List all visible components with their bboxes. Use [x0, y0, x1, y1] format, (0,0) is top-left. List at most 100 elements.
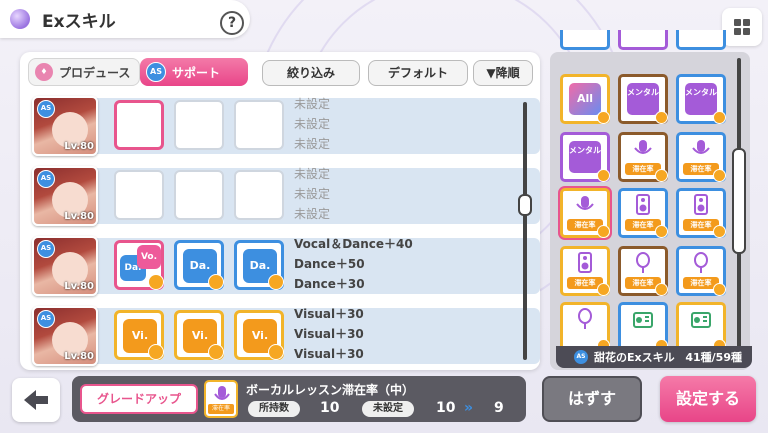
empty-skill-slot[interactable] [114, 100, 164, 150]
change-arrow-icon: » [464, 400, 474, 416]
inventory-skill-cell[interactable]: 滞在率 [676, 246, 726, 296]
skill-effect-text: 未設定 [294, 207, 331, 221]
grid-icon [743, 19, 750, 26]
vocal-skill-icon: Vo. [137, 245, 161, 269]
empty-skill-slot[interactable] [174, 170, 224, 220]
radio-icon [627, 308, 659, 334]
mic-icon [569, 194, 601, 220]
speaker-icon [627, 194, 659, 220]
as-badge-icon: AS [574, 350, 588, 364]
skill-effect-text: 未設定 [294, 137, 331, 151]
star-icon [597, 225, 610, 238]
all-skill-icon: All [569, 83, 601, 115]
owned-count-value: 10 [320, 400, 340, 416]
inventory-skill-cell[interactable] [560, 30, 610, 50]
star-icon [597, 283, 610, 296]
inventory-skill-cell[interactable]: 滞在率 [560, 246, 610, 296]
grid-icon [734, 19, 741, 26]
empty-skill-slot[interactable] [234, 170, 284, 220]
grid-menu-button[interactable] [722, 8, 762, 46]
inventory-skill-cell[interactable]: 滞在率 [676, 132, 726, 182]
list-scrollbar[interactable] [523, 102, 527, 360]
support-idol-avatar[interactable]: AS Lv.80 [32, 166, 98, 226]
level-label: Lv.80 [64, 141, 94, 152]
as-badge-icon: AS [37, 100, 55, 118]
mental-skill-icon: メンタル [569, 141, 601, 173]
support-idol-avatar[interactable]: AS Lv.80 [32, 96, 98, 156]
equipped-skill-slot[interactable]: Da. [174, 240, 224, 290]
skill-effect-text: 未設定 [294, 117, 331, 131]
tab-support[interactable]: AS サポート [140, 58, 248, 86]
grade-up-button[interactable]: グレードアップ [80, 384, 198, 414]
skill-effect-text: Dance＋30 [294, 277, 365, 291]
star-icon [208, 274, 224, 290]
star-icon [208, 344, 224, 360]
remove-button[interactable]: はずす [542, 376, 642, 422]
skill-effect-text: Visual＋30 [294, 347, 364, 361]
equipped-skill-slot[interactable]: Da. [234, 240, 284, 290]
inventory-skill-cell[interactable]: メンタル [676, 74, 726, 124]
empty-skill-slot[interactable] [174, 100, 224, 150]
arrow-left-icon [24, 390, 48, 410]
ex-skill-gem-icon [10, 9, 30, 29]
page-title: Exスキル [42, 12, 116, 32]
equipped-skill-slot[interactable]: Vi. [234, 310, 284, 360]
skill-effect-text: 未設定 [294, 187, 331, 201]
star-icon [713, 169, 726, 182]
empty-skill-slot[interactable] [114, 170, 164, 220]
speaker-icon [569, 252, 601, 278]
inventory-skill-cell[interactable] [618, 30, 668, 50]
star-icon [597, 111, 610, 124]
tab-produce[interactable]: ♦ プロデュース [28, 58, 140, 86]
support-card-row[interactable]: AS Lv.80 未設定 未設定 未設定 [30, 164, 540, 228]
default-sort-button[interactable]: デフォルト [368, 60, 468, 86]
inventory-skill-cell[interactable] [676, 302, 726, 352]
level-label: Lv.80 [64, 211, 94, 222]
support-card-row[interactable]: AS Lv.80 Da. Vo. Da. Da. Vocal＆Dance＋40 Danc… [30, 234, 540, 298]
mirror-icon [627, 252, 659, 278]
star-icon [268, 344, 284, 360]
mental-skill-icon: メンタル [685, 83, 717, 115]
inventory-skill-cell[interactable] [676, 30, 726, 50]
filter-button[interactable]: 絞り込み [262, 60, 360, 86]
mic-icon [627, 138, 659, 164]
produce-icon: ♦ [35, 63, 53, 81]
inventory-skill-cell[interactable]: メンタル [618, 74, 668, 124]
mirror-icon [685, 252, 717, 278]
equipped-skill-slot[interactable]: Vi. [174, 310, 224, 360]
sort-order-button[interactable]: ▼降順 [473, 60, 533, 86]
inventory-skill-cell[interactable] [618, 302, 668, 352]
list-scroll-thumb[interactable] [518, 194, 532, 216]
equipped-skill-slot[interactable]: Da. Vo. [114, 240, 164, 290]
star-icon [655, 283, 668, 296]
star-icon [655, 225, 668, 238]
star-icon [148, 344, 164, 360]
star-icon [597, 169, 610, 182]
help-button[interactable]: ? [220, 11, 244, 35]
set-button[interactable]: 設定する [660, 376, 756, 422]
radio-icon [685, 308, 717, 334]
support-card-row[interactable]: AS Lv.80 未設定 未設定 未設定 [30, 94, 540, 158]
inventory-skill-cell[interactable]: メンタル [560, 132, 610, 182]
back-button[interactable] [12, 378, 60, 422]
skill-effect-text: 未設定 [294, 97, 331, 111]
support-idol-avatar[interactable]: AS Lv.80 [32, 306, 98, 366]
inventory-scroll-thumb[interactable] [732, 148, 746, 254]
tab-label: プロデュース [59, 65, 131, 80]
selected-skill-tag: 滞在率 [208, 404, 234, 414]
inventory-skill-cell[interactable]: 滞在率 [618, 246, 668, 296]
empty-skill-slot[interactable] [234, 100, 284, 150]
inventory-skill-cell[interactable]: All [560, 74, 610, 124]
inventory-skill-cell[interactable]: 滞在率 [618, 132, 668, 182]
mic-icon [685, 138, 717, 164]
support-as-icon: AS [146, 62, 166, 82]
inventory-skill-cell[interactable] [560, 302, 610, 352]
inventory-skill-cell[interactable]: 滞在率 [676, 188, 726, 238]
inventory-skill-cell[interactable]: 滞在率 [618, 188, 668, 238]
inventory-count: 41種/59種 [685, 351, 742, 364]
equipped-skill-slot[interactable]: Vi. [114, 310, 164, 360]
support-idol-avatar[interactable]: AS Lv.80 [32, 236, 98, 296]
support-card-row[interactable]: AS Lv.80 Vi. Vi. Vi. Visual＋30 Visual＋30 Visu… [30, 304, 540, 368]
inventory-skill-cell[interactable]: 滞在率 [560, 188, 610, 238]
selected-skill-name: ボーカルレッスン滞在率（中） [246, 383, 415, 397]
